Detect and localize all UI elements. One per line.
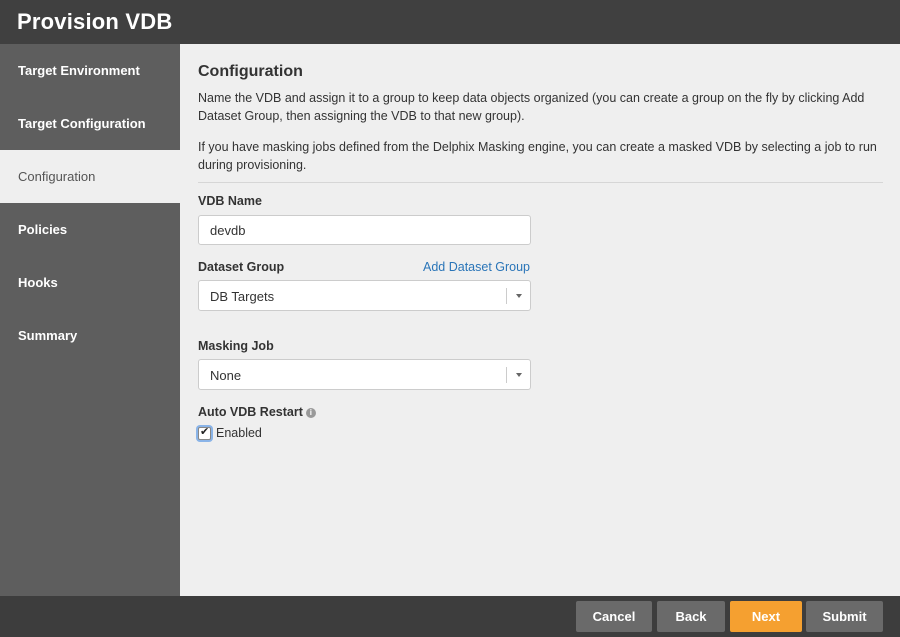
title-bar: Provision VDB: [0, 0, 900, 44]
add-dataset-group-link[interactable]: Add Dataset Group: [423, 260, 530, 274]
select-separator: [506, 288, 507, 304]
auto-vdb-restart-text: Auto VDB Restart: [198, 405, 303, 419]
vdb-name-label: VDB Name: [198, 194, 262, 208]
check-icon: ✔: [200, 426, 210, 438]
enabled-checkbox-label[interactable]: Enabled: [216, 426, 262, 440]
dataset-group-value: DB Targets: [210, 289, 275, 304]
info-icon[interactable]: i: [305, 408, 316, 418]
sidebar-item-label: Policies: [18, 222, 68, 237]
masking-job-select[interactable]: None: [198, 359, 531, 390]
sidebar-item-target-environment[interactable]: Target Environment: [0, 44, 180, 97]
chevron-down-icon: [516, 294, 522, 298]
page-title: Configuration: [198, 63, 303, 80]
window-title: Provision VDB: [17, 9, 173, 34]
submit-button[interactable]: Submit: [806, 601, 883, 632]
dataset-group-select[interactable]: DB Targets: [198, 280, 531, 311]
sidebar-item-hooks[interactable]: Hooks: [0, 256, 180, 309]
sidebar-item-label: Hooks: [18, 275, 58, 290]
description-text: Name the VDB and assign it to a group to…: [198, 91, 865, 123]
configuration-panel: Configuration Name the VDB and assign it…: [180, 44, 900, 596]
enabled-checkbox[interactable]: ✔: [198, 426, 211, 440]
dataset-group-label: Dataset Group: [198, 260, 285, 274]
chevron-down-icon: [516, 373, 522, 377]
masking-job-label: Masking Job: [198, 339, 274, 353]
sidebar-item-summary[interactable]: Summary: [0, 309, 180, 362]
sidebar: Target Environment Target Configuration …: [0, 44, 180, 596]
divider: [198, 182, 883, 183]
sidebar-item-configuration[interactable]: Configuration: [0, 150, 180, 203]
sidebar-item-label: Configuration: [18, 169, 96, 184]
select-separator: [506, 367, 507, 383]
sidebar-item-target-configuration[interactable]: Target Configuration: [0, 97, 180, 150]
sidebar-item-label: Summary: [18, 328, 78, 343]
vdb-name-input[interactable]: [198, 215, 531, 245]
auto-vdb-restart-label: Auto VDB Restart i: [198, 405, 316, 419]
footer-bar: Cancel Back Next Submit: [0, 596, 900, 637]
back-button[interactable]: Back: [657, 601, 725, 632]
next-button[interactable]: Next: [730, 601, 802, 632]
masking-job-value: None: [210, 368, 242, 383]
sidebar-item-policies[interactable]: Policies: [0, 203, 180, 256]
masking-description-text: If you have masking jobs defined from th…: [198, 140, 877, 172]
cancel-button[interactable]: Cancel: [576, 601, 652, 632]
sidebar-item-label: Target Environment: [18, 63, 140, 78]
sidebar-item-label: Target Configuration: [18, 116, 146, 131]
